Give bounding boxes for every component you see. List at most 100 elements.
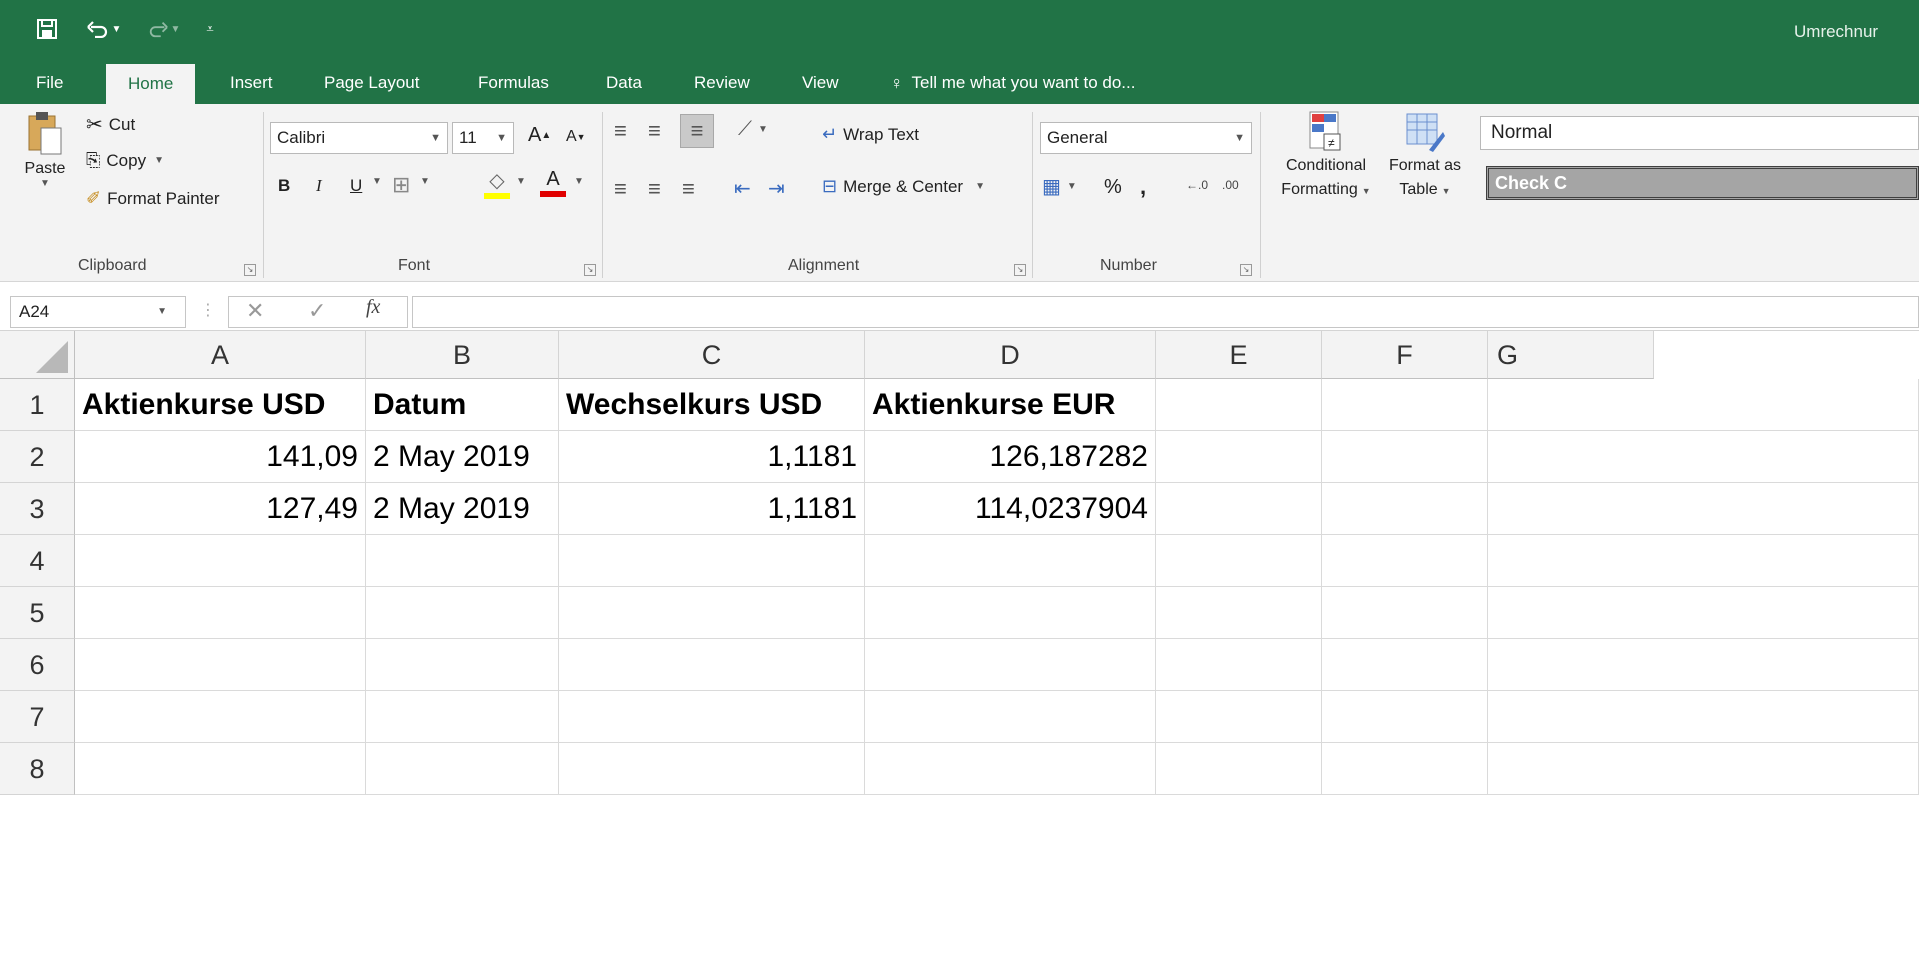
cell-f1[interactable]: [1322, 379, 1488, 431]
tab-formulas[interactable]: Formulas: [472, 62, 555, 104]
cut-button[interactable]: ✂ Cut: [86, 112, 135, 137]
cell-c2[interactable]: 1,1181: [559, 431, 865, 483]
cell-e5[interactable]: [1156, 587, 1322, 639]
clipboard-launcher-icon[interactable]: ↘: [244, 264, 256, 276]
cell-b6[interactable]: [366, 639, 559, 691]
orientation-icon[interactable]: ⟋ ▼: [738, 118, 768, 141]
cell-e6[interactable]: [1156, 639, 1322, 691]
cell-e3[interactable]: [1156, 483, 1322, 535]
column-header-e[interactable]: E: [1156, 331, 1322, 379]
tell-me-search[interactable]: ♀ Tell me what you want to do...: [884, 62, 1141, 104]
row-header-6[interactable]: 6: [0, 639, 75, 691]
fill-dropdown-icon[interactable]: ▼: [516, 176, 526, 187]
tab-file[interactable]: File: [30, 62, 69, 104]
select-all-button[interactable]: [0, 331, 75, 379]
cell-c1[interactable]: Wechselkurs USD: [559, 379, 865, 431]
font-color-button[interactable]: A: [540, 168, 566, 197]
cell-a8[interactable]: [75, 743, 366, 795]
cell-d3[interactable]: 114,0237904: [865, 483, 1156, 535]
undo-icon[interactable]: ▼: [82, 14, 126, 44]
tab-page-layout[interactable]: Page Layout: [318, 62, 425, 104]
align-top-icon[interactable]: ≡: [614, 118, 627, 144]
column-header-a[interactable]: A: [75, 331, 366, 379]
enter-icon[interactable]: ✓: [308, 298, 326, 324]
cancel-icon[interactable]: ✕: [246, 298, 264, 324]
row-header-8[interactable]: 8: [0, 743, 75, 795]
decrease-decimal-icon[interactable]: .00: [1222, 178, 1239, 192]
cell-f3[interactable]: [1322, 483, 1488, 535]
align-bottom-icon[interactable]: ≡: [680, 114, 714, 148]
cell-e8[interactable]: [1156, 743, 1322, 795]
cell-c3[interactable]: 1,1181: [559, 483, 865, 535]
format-as-table-button[interactable]: Format as Table ▼: [1380, 110, 1470, 203]
row-header-1[interactable]: 1: [0, 379, 75, 431]
cell-a3[interactable]: 127,49: [75, 483, 366, 535]
cell-b2[interactable]: 2 May 2019: [366, 431, 559, 483]
tab-insert[interactable]: Insert: [224, 62, 279, 104]
cell-a1[interactable]: Aktienkurse USD: [75, 379, 366, 431]
redo-icon[interactable]: ▼: [142, 14, 186, 44]
cell-g1[interactable]: [1488, 379, 1919, 431]
style-check-cell[interactable]: Check C: [1486, 166, 1919, 200]
alignment-launcher-icon[interactable]: ↘: [1014, 264, 1026, 276]
row-header-5[interactable]: 5: [0, 587, 75, 639]
row-header-4[interactable]: 4: [0, 535, 75, 587]
name-box[interactable]: A24 ▼: [10, 296, 186, 328]
column-header-c[interactable]: C: [559, 331, 865, 379]
cell-b7[interactable]: [366, 691, 559, 743]
align-center-icon[interactable]: ≡: [648, 176, 661, 202]
tab-view[interactable]: View: [796, 62, 845, 104]
underline-button[interactable]: U: [350, 176, 362, 196]
column-header-d[interactable]: D: [865, 331, 1156, 379]
font-launcher-icon[interactable]: ↘: [584, 264, 596, 276]
cell-e2[interactable]: [1156, 431, 1322, 483]
copy-button[interactable]: ⎘ Copy ▼: [86, 150, 164, 171]
cell-e7[interactable]: [1156, 691, 1322, 743]
row-header-7[interactable]: 7: [0, 691, 75, 743]
borders-dropdown-icon[interactable]: ▼: [420, 176, 430, 187]
cell-c8[interactable]: [559, 743, 865, 795]
wrap-text-button[interactable]: ↵ Wrap Text: [822, 124, 919, 145]
underline-dropdown-icon[interactable]: ▼: [372, 176, 382, 187]
cell-e1[interactable]: [1156, 379, 1322, 431]
cell-b4[interactable]: [366, 535, 559, 587]
paste-button[interactable]: Paste ▼: [18, 110, 72, 189]
comma-button[interactable]: ,: [1140, 174, 1146, 200]
cell-d5[interactable]: [865, 587, 1156, 639]
cell-g5[interactable]: [1488, 587, 1919, 639]
align-right-icon[interactable]: ≡: [682, 176, 695, 202]
cell-g6[interactable]: [1488, 639, 1919, 691]
align-middle-icon[interactable]: ≡: [648, 118, 661, 144]
font-color-dropdown-icon[interactable]: ▼: [574, 176, 584, 187]
cell-f2[interactable]: [1322, 431, 1488, 483]
cell-f8[interactable]: [1322, 743, 1488, 795]
cell-b3[interactable]: 2 May 2019: [366, 483, 559, 535]
cell-f4[interactable]: [1322, 535, 1488, 587]
fill-color-button[interactable]: ◇: [484, 168, 510, 199]
align-left-icon[interactable]: ≡: [614, 176, 627, 202]
increase-decimal-icon[interactable]: ←.0: [1186, 178, 1208, 192]
cell-c6[interactable]: [559, 639, 865, 691]
number-launcher-icon[interactable]: ↘: [1240, 264, 1252, 276]
cell-b1[interactable]: Datum: [366, 379, 559, 431]
percent-button[interactable]: %: [1104, 176, 1122, 199]
format-painter-button[interactable]: ✐ Format Painter: [86, 188, 220, 209]
cell-g8[interactable]: [1488, 743, 1919, 795]
column-header-g[interactable]: G: [1488, 331, 1654, 379]
tab-data[interactable]: Data: [600, 62, 648, 104]
cell-g4[interactable]: [1488, 535, 1919, 587]
cell-d8[interactable]: [865, 743, 1156, 795]
decrease-font-icon[interactable]: A ▼: [566, 128, 586, 146]
cell-c5[interactable]: [559, 587, 865, 639]
cell-d7[interactable]: [865, 691, 1156, 743]
cell-a6[interactable]: [75, 639, 366, 691]
cell-d1[interactable]: Aktienkurse EUR: [865, 379, 1156, 431]
cell-a2[interactable]: 141,09: [75, 431, 366, 483]
conditional-formatting-button[interactable]: ≠ Conditional Formatting ▼: [1274, 110, 1378, 203]
cell-c7[interactable]: [559, 691, 865, 743]
cell-b8[interactable]: [366, 743, 559, 795]
cell-g3[interactable]: [1488, 483, 1919, 535]
cell-e4[interactable]: [1156, 535, 1322, 587]
cell-f6[interactable]: [1322, 639, 1488, 691]
increase-font-icon[interactable]: A ▲: [528, 124, 551, 147]
